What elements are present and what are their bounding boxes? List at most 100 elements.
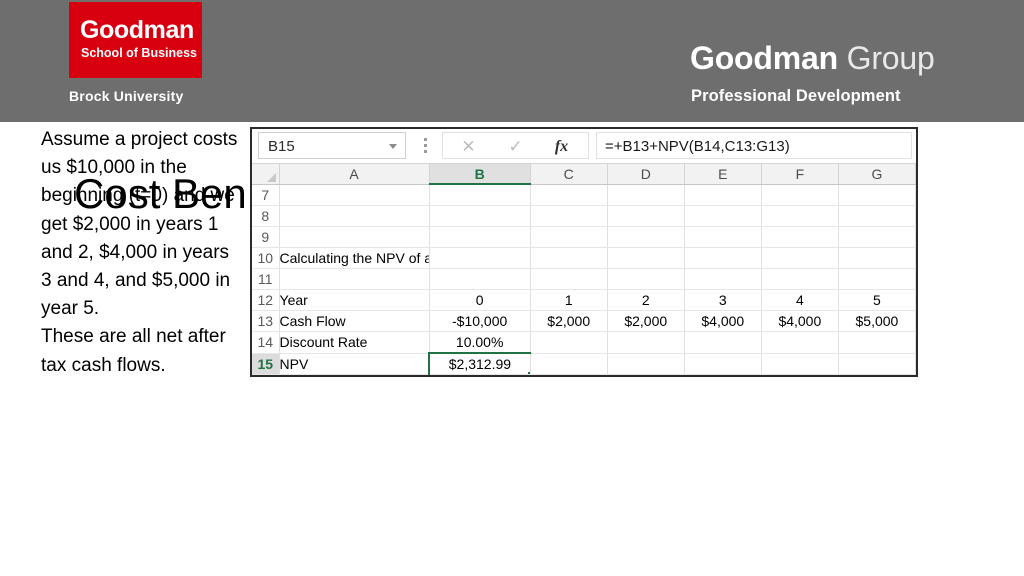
cell-g14[interactable] (838, 331, 916, 354)
row-header-14[interactable]: 14 (252, 331, 280, 354)
excel-formula-bar: B15 ✕ ✓ fx =+B13+NPV(B14,C13:G13) (252, 129, 916, 164)
row-header-10[interactable]: 10 (252, 247, 280, 269)
cell-b12[interactable]: 0 (428, 289, 531, 311)
chevron-down-icon[interactable] (389, 144, 397, 149)
cell-f10[interactable] (761, 247, 839, 269)
column-header-c[interactable]: C (530, 164, 608, 185)
cell-e7[interactable] (684, 184, 762, 206)
row-header-13[interactable]: 13 (252, 310, 280, 332)
formula-bar-grip-icon[interactable] (424, 138, 427, 154)
formula-input[interactable]: =+B13+NPV(B14,C13:G13) (596, 132, 912, 159)
cell-g10[interactable] (838, 247, 916, 269)
brock-university-text: Brock University (69, 88, 184, 104)
cell-f12[interactable]: 4 (760, 289, 839, 311)
fill-handle[interactable] (527, 372, 530, 374)
slide-header-band: Goodman School of Business Brock Univers… (0, 0, 1024, 122)
cell-a12[interactable]: Year (278, 289, 430, 311)
cell-a14[interactable]: Discount Rate (278, 331, 430, 354)
table-row: 10 Calculating the NPV of a Project (252, 247, 916, 269)
row-header-12[interactable]: 12 (252, 289, 280, 311)
cell-c13[interactable]: $2,000 (529, 310, 608, 332)
column-header-b[interactable]: B (429, 164, 531, 185)
cell-b15-selected[interactable]: $2,312.99 (428, 352, 531, 375)
excel-screenshot: B15 ✕ ✓ fx =+B13+NPV(B14,C13:G13) A B C … (250, 127, 918, 377)
cell-d7[interactable] (607, 184, 685, 206)
cell-d9[interactable] (607, 226, 685, 248)
column-header-d[interactable]: D (607, 164, 685, 185)
cell-g12[interactable]: 5 (837, 289, 916, 311)
cell-c8[interactable] (530, 205, 608, 227)
cell-g7[interactable] (838, 184, 916, 206)
cell-c12[interactable]: 1 (529, 289, 608, 311)
row-header-7[interactable]: 7 (252, 184, 280, 206)
row-header-8[interactable]: 8 (252, 205, 280, 227)
cell-b8[interactable] (429, 205, 531, 227)
name-box[interactable]: B15 (258, 132, 406, 159)
cell-b11[interactable] (429, 268, 531, 290)
cell-e12[interactable]: 3 (683, 289, 762, 311)
cell-b13[interactable]: -$10,000 (428, 310, 531, 332)
cell-c15[interactable] (530, 353, 608, 375)
cell-e8[interactable] (684, 205, 762, 227)
cell-e10[interactable] (684, 247, 762, 269)
table-row: 7 (252, 184, 916, 206)
cell-e15[interactable] (684, 353, 762, 375)
goodman-group-title: Goodman Group (690, 40, 935, 77)
cell-a13[interactable]: Cash Flow (278, 310, 430, 332)
cell-a15[interactable]: NPV (278, 352, 430, 375)
cell-g8[interactable] (838, 205, 916, 227)
cell-b7[interactable] (429, 184, 531, 206)
cell-d13[interactable]: $2,000 (606, 310, 685, 332)
cell-d10[interactable] (607, 247, 685, 269)
cell-d12[interactable]: 2 (606, 289, 685, 311)
cell-g11[interactable] (838, 268, 916, 290)
column-header-a[interactable]: A (279, 164, 430, 185)
cell-e9[interactable] (684, 226, 762, 248)
cell-c10[interactable] (530, 247, 608, 269)
spreadsheet-table: A B C D E F G 7 8 9 10 Calculating the N… (252, 164, 916, 375)
row-header-9[interactable]: 9 (252, 226, 280, 248)
cell-e11[interactable] (684, 268, 762, 290)
cell-d8[interactable] (607, 205, 685, 227)
cell-d11[interactable] (607, 268, 685, 290)
cell-c11[interactable] (530, 268, 608, 290)
cell-a7[interactable] (279, 184, 430, 206)
column-header-e[interactable]: E (684, 164, 762, 185)
excel-grid: A B C D E F G 7 8 9 10 Calculating the N… (252, 164, 916, 375)
table-row: 9 (252, 226, 916, 248)
cell-e14[interactable] (684, 331, 762, 354)
row-header-15[interactable]: 15 (252, 353, 280, 375)
column-header-g[interactable]: G (838, 164, 916, 185)
cell-a11[interactable] (279, 268, 430, 290)
enter-checkmark-icon[interactable]: ✓ (493, 135, 538, 158)
cell-a8[interactable] (279, 205, 430, 227)
cell-b9[interactable] (429, 226, 531, 248)
row-header-11[interactable]: 11 (252, 268, 280, 290)
cell-g15[interactable] (838, 353, 916, 375)
cell-f15[interactable] (761, 353, 839, 375)
select-all-corner[interactable] (252, 164, 280, 185)
cell-d15[interactable] (607, 353, 685, 375)
cell-g13[interactable]: $5,000 (837, 310, 916, 332)
cell-c9[interactable] (530, 226, 608, 248)
cell-f13[interactable]: $4,000 (760, 310, 839, 332)
cell-f8[interactable] (761, 205, 839, 227)
cell-a10[interactable]: Calculating the NPV of a Project (279, 247, 430, 269)
cell-b14[interactable]: 10.00% (428, 331, 531, 354)
goodman-group-title-light: Group (837, 40, 935, 76)
cell-a9[interactable] (279, 226, 430, 248)
insert-function-icon[interactable]: fx (539, 135, 584, 158)
cell-f9[interactable] (761, 226, 839, 248)
column-header-f[interactable]: F (761, 164, 839, 185)
cell-d14[interactable] (607, 331, 685, 354)
column-header-row: A B C D E F G (252, 164, 916, 185)
cell-f14[interactable] (761, 331, 839, 354)
cell-g9[interactable] (838, 226, 916, 248)
cell-c7[interactable] (530, 184, 608, 206)
cell-b10[interactable] (429, 247, 531, 269)
cell-f11[interactable] (761, 268, 839, 290)
cell-c14[interactable] (530, 331, 608, 354)
cancel-icon[interactable]: ✕ (446, 135, 491, 158)
cell-f7[interactable] (761, 184, 839, 206)
cell-e13[interactable]: $4,000 (683, 310, 762, 332)
